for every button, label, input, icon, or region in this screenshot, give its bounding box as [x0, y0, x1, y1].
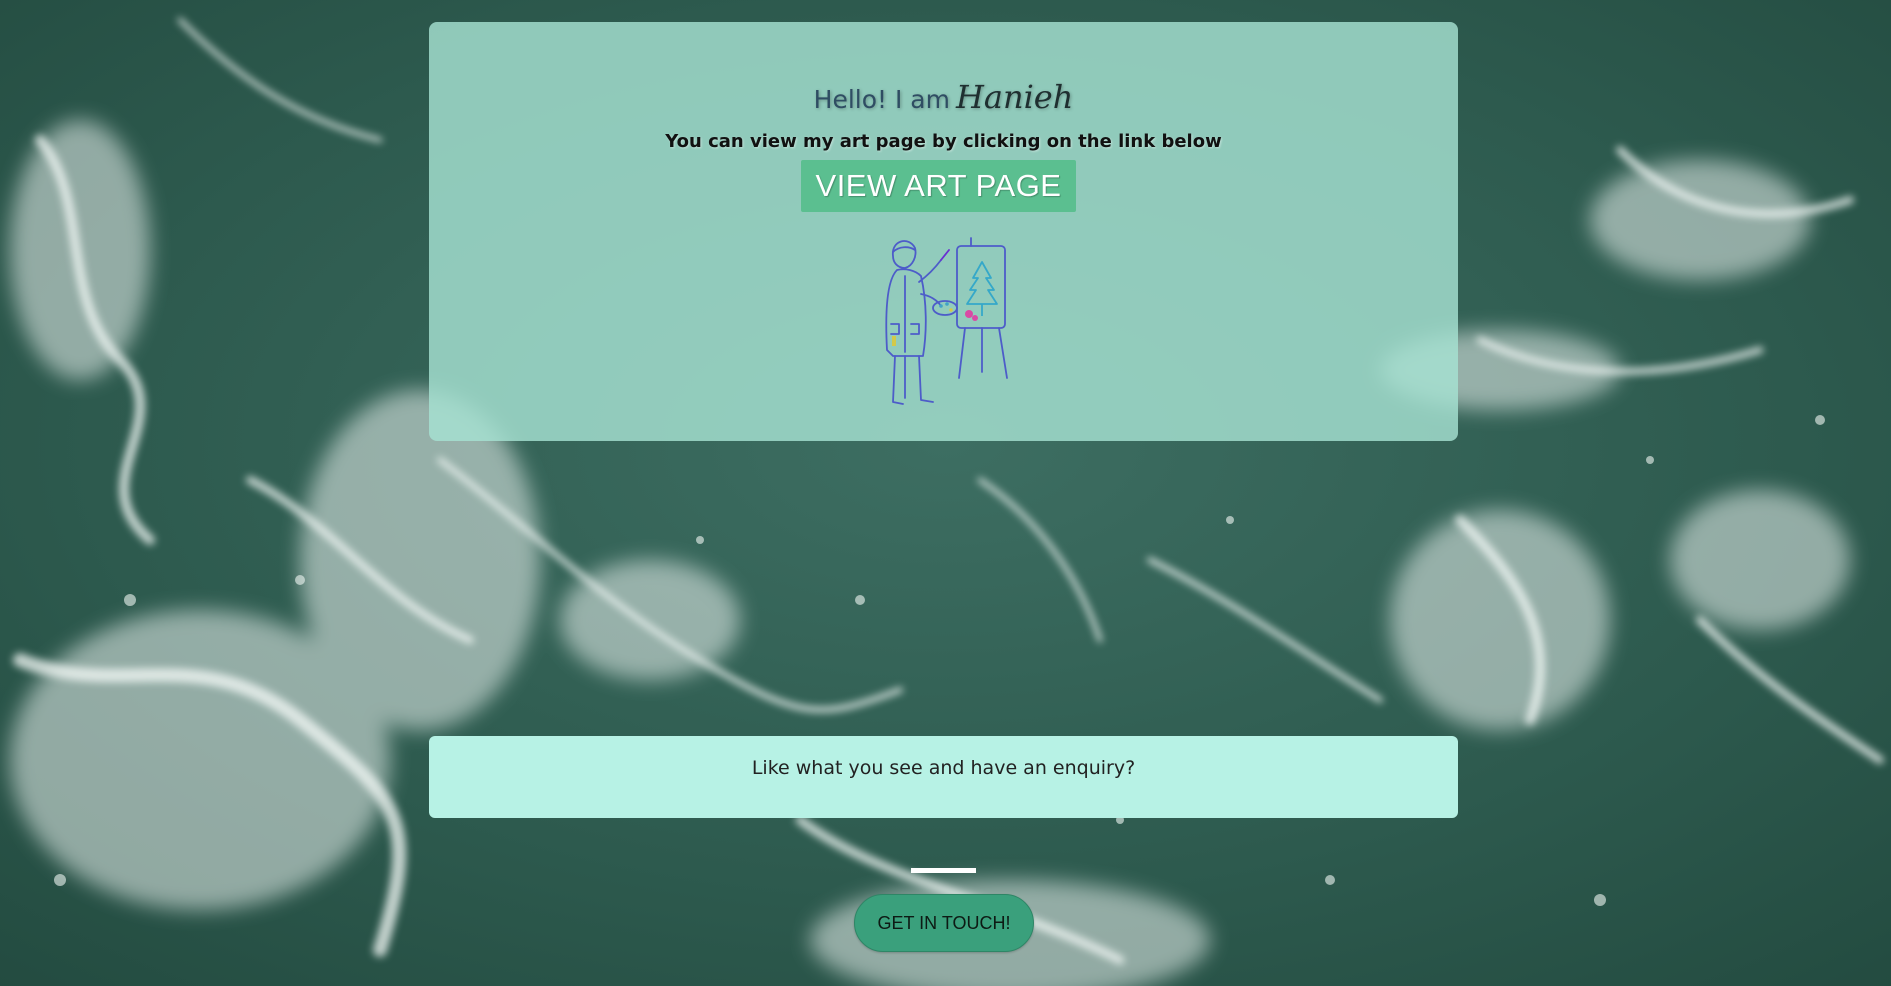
artist-name: Hanieh — [955, 78, 1074, 116]
greeting-heading: Hello! I am Hanieh — [429, 78, 1458, 116]
enquiry-text: Like what you see and have an enquiry? — [751, 757, 1136, 779]
artist-painting-illustration — [885, 237, 1008, 405]
section-divider — [911, 868, 976, 873]
view-art-page-button[interactable]: VIEW ART PAGE — [801, 160, 1076, 212]
greeting-prefix: Hello! I am — [813, 85, 950, 114]
hero-card: Hello! I am Hanieh You can view my art pa… — [429, 22, 1458, 441]
enquiry-card: Like what you see and have an enquiry? — [429, 736, 1458, 818]
get-in-touch-button[interactable]: GET IN TOUCH! — [854, 894, 1034, 952]
hero-subtitle: You can view my art page by clicking on … — [665, 131, 1222, 152]
